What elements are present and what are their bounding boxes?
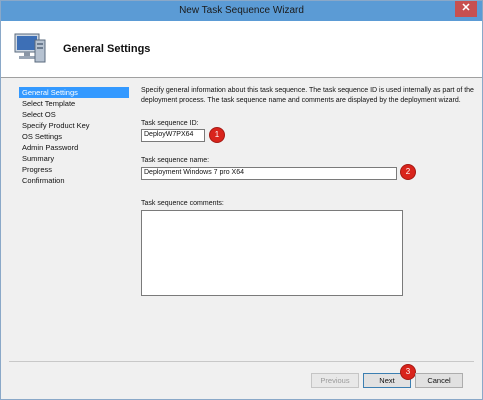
nav-item-admin-password[interactable]: Admin Password — [19, 142, 129, 153]
cancel-button[interactable]: Cancel — [415, 373, 463, 388]
nav-item-progress[interactable]: Progress — [19, 164, 129, 175]
nav-item-os-settings[interactable]: OS Settings — [19, 131, 129, 142]
task-sequence-name-input[interactable]: Deployment Windows 7 pro X64 — [141, 167, 397, 180]
computer-icon — [14, 33, 46, 63]
wizard-nav: General Settings Select Template Select … — [19, 87, 129, 186]
wizard-window: New Task Sequence Wizard ✕ General Setti… — [0, 0, 483, 400]
footer-divider — [9, 361, 474, 362]
header-band: General Settings — [1, 21, 482, 78]
page-title: General Settings — [63, 43, 151, 55]
close-button[interactable]: ✕ — [455, 1, 477, 17]
nav-item-summary[interactable]: Summary — [19, 153, 129, 164]
annotation-badge-1: 1 — [210, 128, 224, 142]
nav-item-confirmation[interactable]: Confirmation — [19, 175, 129, 186]
task-sequence-id-label: Task sequence ID: — [141, 120, 199, 127]
task-sequence-comments-label: Task sequence comments: — [141, 200, 224, 207]
nav-item-specify-product-key[interactable]: Specify Product Key — [19, 120, 129, 131]
title-bar[interactable]: New Task Sequence Wizard ✕ — [1, 1, 482, 21]
nav-item-general-settings[interactable]: General Settings — [19, 87, 129, 98]
annotation-badge-2: 2 — [401, 165, 415, 179]
previous-button[interactable]: Previous — [311, 373, 359, 388]
task-sequence-name-label: Task sequence name: — [141, 157, 210, 164]
annotation-badge-3: 3 — [401, 365, 415, 379]
task-sequence-id-input[interactable]: DeployW7PX64 — [141, 129, 205, 142]
close-icon: ✕ — [461, 2, 471, 14]
main-content: Specify general information about this t… — [141, 86, 481, 106]
task-sequence-comments-textarea[interactable] — [141, 210, 403, 296]
page-description: Specify general information about this t… — [141, 87, 474, 104]
window-title: New Task Sequence Wizard — [179, 5, 304, 16]
nav-item-select-template[interactable]: Select Template — [19, 98, 129, 109]
nav-item-select-os[interactable]: Select OS — [19, 109, 129, 120]
